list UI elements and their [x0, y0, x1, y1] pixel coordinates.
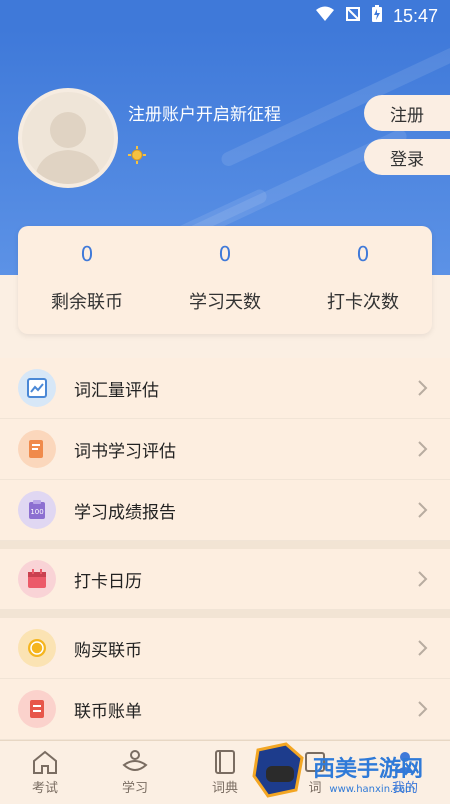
level-badge-icon	[128, 146, 146, 164]
chevron-right-icon	[418, 441, 428, 457]
menu-item-label: 词汇量评估	[74, 380, 159, 401]
menu-item-wordbook-assessment[interactable]: 词书学习评估	[0, 419, 450, 480]
no-signal-icon	[345, 6, 361, 27]
stat-coins[interactable]: 0 剩余联币	[18, 226, 156, 334]
tab-label: 词典	[211, 780, 238, 796]
stat-value: 0	[356, 242, 370, 266]
chevron-right-icon	[418, 380, 428, 396]
stats-card: 0 剩余联币 0 学习天数 0 打卡次数	[18, 226, 432, 334]
chevron-right-icon	[418, 640, 428, 656]
register-slogan: 注册账户开启新征程	[128, 105, 281, 125]
menu-item-coin-bill[interactable]: 联币账单	[0, 679, 450, 740]
watermark-text: 西美手游网	[313, 756, 423, 782]
tab-label: 学习	[121, 780, 148, 796]
menu-item-label: 学习成绩报告	[74, 502, 176, 523]
stat-value: 0	[218, 242, 232, 266]
login-button[interactable]: 登录	[364, 139, 450, 175]
chevron-right-icon	[418, 502, 428, 518]
study-icon	[122, 749, 148, 771]
stat-label: 剩余联币	[51, 292, 123, 313]
section-divider	[0, 610, 450, 618]
bill-icon	[18, 690, 56, 728]
dictionary-icon	[215, 749, 235, 774]
watermark-logo: 西美手游网 www.hanxin.com	[252, 742, 423, 798]
section-divider	[0, 541, 450, 549]
register-button[interactable]: 注册	[364, 95, 450, 131]
stat-checkins[interactable]: 0 打卡次数	[294, 226, 432, 334]
stat-value: 0	[80, 242, 94, 266]
avatar-placeholder-icon	[34, 112, 102, 184]
coin-icon	[18, 629, 56, 667]
menu-item-label: 打卡日历	[74, 571, 142, 592]
score-report-icon: 100	[18, 491, 56, 529]
menu-list: 词汇量评估 词书学习评估 100 学习成绩报告 打卡日历 购买联币 联币账单	[0, 358, 450, 740]
wifi-icon	[315, 6, 335, 27]
battery-icon	[371, 5, 383, 28]
watermark-url: www.hanxin.com	[329, 784, 414, 795]
menu-item-vocab-assessment[interactable]: 词汇量评估	[0, 358, 450, 419]
watermark: 西美手游网 www.hanxin.com	[250, 740, 450, 800]
stat-label: 学习天数	[189, 292, 261, 313]
stat-label: 打卡次数	[327, 292, 399, 313]
svg-text:100: 100	[30, 508, 43, 516]
menu-item-score-report[interactable]: 100 学习成绩报告	[0, 480, 450, 541]
status-bar: 15:47	[0, 0, 450, 30]
avatar[interactable]	[18, 88, 118, 188]
vocab-assessment-icon	[18, 369, 56, 407]
tab-exam[interactable]: 考试	[0, 741, 90, 801]
tab-label: 考试	[31, 780, 58, 796]
calendar-icon	[18, 560, 56, 598]
tab-study[interactable]: 学习	[90, 741, 180, 801]
status-time: 15:47	[392, 6, 438, 26]
chevron-right-icon	[418, 701, 428, 717]
menu-item-buy-coins[interactable]: 购买联币	[0, 618, 450, 679]
menu-item-label: 词书学习评估	[74, 441, 176, 462]
chevron-right-icon	[418, 571, 428, 587]
stat-study-days[interactable]: 0 学习天数	[156, 226, 294, 334]
wordbook-assessment-icon	[18, 430, 56, 468]
home-icon	[33, 750, 57, 774]
menu-item-checkin-calendar[interactable]: 打卡日历	[0, 549, 450, 610]
menu-item-label: 联币账单	[74, 701, 142, 722]
menu-item-label: 购买联币	[74, 640, 142, 661]
